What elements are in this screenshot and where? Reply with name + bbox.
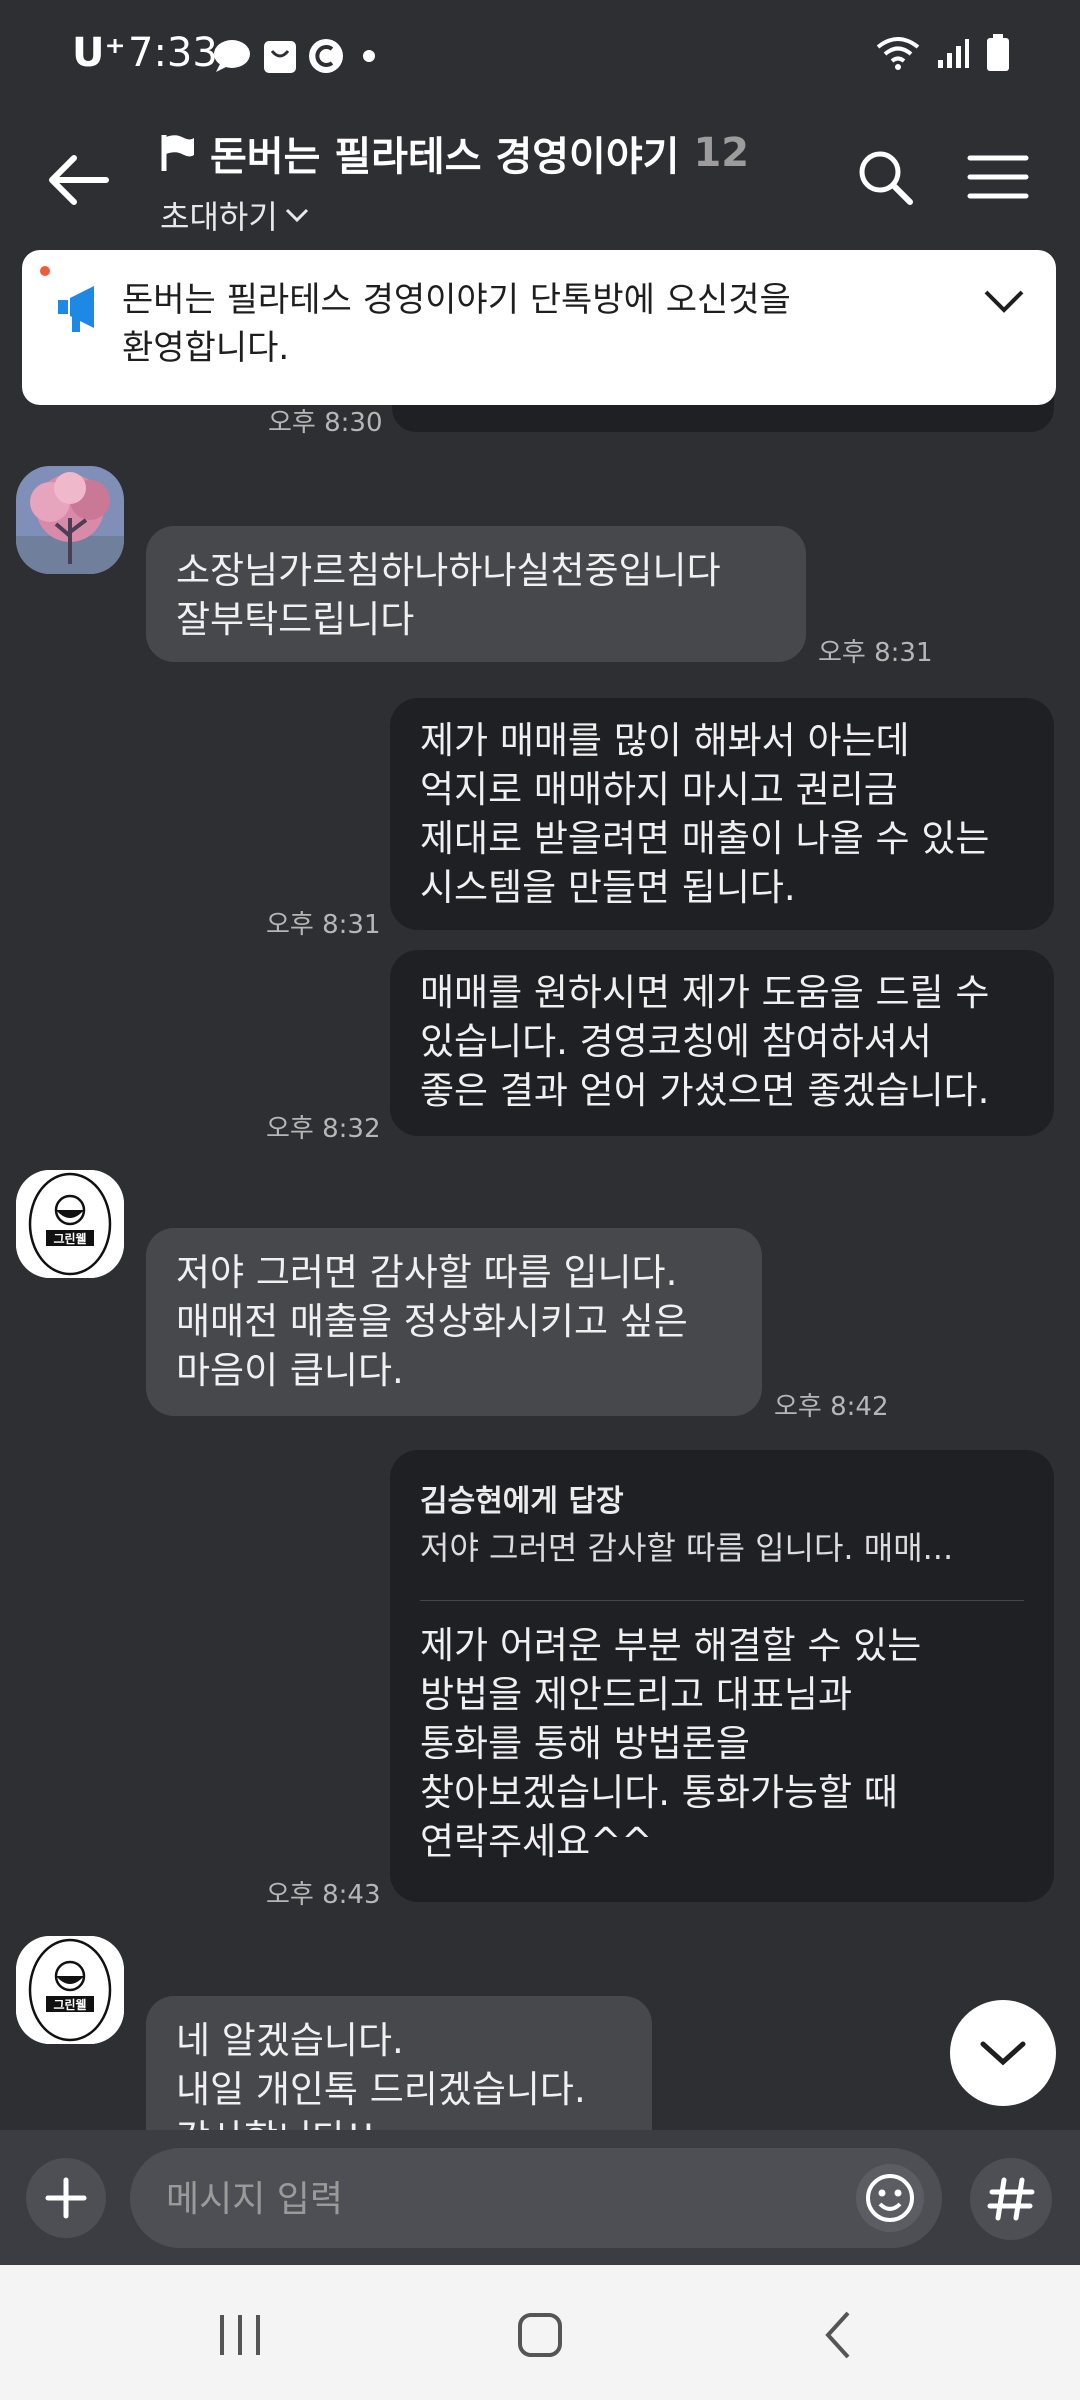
carrier-label: U⁺ (72, 30, 126, 76)
menu-icon (967, 155, 1029, 199)
dot-icon (363, 50, 375, 62)
emoji-button[interactable] (856, 2164, 924, 2232)
greenwell-logo-avatar-image: 그린웰 (16, 1170, 124, 1278)
hashtag-button[interactable] (970, 2158, 1052, 2240)
message-line: 있습니다. 경영코칭에 참여하셔서 (420, 1020, 932, 1063)
search-button[interactable] (850, 142, 920, 212)
message-line: 저야 그러면 감사할 따름 입니다. (176, 1251, 678, 1294)
reply-to-label: 김승현에게 답장 (420, 1484, 624, 1519)
reply-quote[interactable]: 저야 그러면 감사할 따름 입니다. 매매... (420, 1524, 1024, 1572)
message-line: 시스템을 만들면 됩니다. (420, 866, 796, 909)
member-count: 12 (693, 130, 750, 176)
blossom-tree-avatar-image (16, 466, 124, 574)
invite-button[interactable]: 초대하기 (160, 192, 749, 238)
notice-banner[interactable]: 돈버는 필라테스 경영이야기 단톡방에 오신것을 환영합니다. (22, 250, 1056, 405)
message-line: 통화를 통해 방법론을 (420, 1722, 750, 1765)
message-bubble-outgoing[interactable]: 제가 매매를 많이 해봐서 아는데 억지로 매매하지 마시고 권리금 제대로 받… (390, 698, 1054, 930)
message-line: 마음이 큽니다. (176, 1349, 404, 1392)
avatar[interactable]: 그린웰 (16, 1936, 124, 2044)
chevron-down-icon (980, 2041, 1026, 2066)
reply-divider (420, 1600, 1024, 1601)
notice-text: 돈버는 필라테스 경영이야기 단톡방에 오신것을 환영합니다. (122, 276, 922, 372)
battery-icon (987, 34, 1009, 71)
message-line: 매매를 원하시면 제가 도움을 드릴 수 (420, 971, 990, 1014)
message-input-bar (0, 2130, 1080, 2265)
back-icon (825, 2311, 850, 2359)
message-line: 좋은 결과 얻어 가셨으면 좋겠습니다. (420, 1069, 990, 1112)
system-icons (876, 34, 1010, 72)
system-navigation-bar (0, 2265, 1080, 2400)
menu-button[interactable] (966, 142, 1030, 212)
clock: 7:33 (128, 30, 218, 76)
message-input-container (130, 2148, 942, 2248)
message-line: 네 알겠습니다. (176, 2019, 404, 2062)
notice-unread-dot (40, 266, 50, 276)
message-line: 제가 어려운 부분 해결할 수 있는 (420, 1624, 922, 1667)
wifi-icon (876, 37, 920, 70)
attach-button[interactable] (26, 2158, 106, 2238)
home-icon (518, 2313, 562, 2357)
chat-header: 돈버는 필라테스 경영이야기 12 초대하기 (0, 110, 1080, 240)
message-line: 매매전 매출을 정상화시키고 싶은 (176, 1300, 688, 1343)
logo-text: 그린웰 (53, 1231, 86, 1246)
chat-bubble-icon (214, 40, 250, 72)
recent-apps-button[interactable] (200, 2305, 280, 2365)
message-bubble-outgoing[interactable]: 매매를 원하시면 제가 도움을 드릴 수 있습니다. 경영코칭에 참여하셔서 좋… (390, 950, 1054, 1136)
logo-text: 그린웰 (53, 1997, 86, 2012)
message-line: 제가 매매를 많이 해봐서 아는데 (420, 719, 910, 762)
notice-line: 환영합니다. (122, 328, 290, 368)
message-bubble-incoming[interactable]: 저야 그러면 감사할 따름 입니다. 매매전 매출을 정상화시키고 싶은 마음이… (146, 1228, 762, 1416)
shopping-bag-icon (264, 41, 296, 73)
message-line: 찾아보겠습니다. 통화가능할 때 (420, 1771, 898, 1814)
message-time: 오후 8:43 (266, 1880, 381, 1910)
message-input[interactable] (164, 2172, 828, 2226)
back-arrow-icon (49, 155, 109, 205)
message-time: 오후 8:32 (266, 1114, 381, 1144)
reply-message-bubble[interactable]: 김승현에게 답장 저야 그러면 감사할 따름 입니다. 매매... 제가 어려운… (390, 1450, 1054, 1902)
chevron-down-icon (285, 208, 308, 223)
greenwell-logo-avatar-image: 그린웰 (16, 1936, 124, 2044)
avatar[interactable]: 그린웰 (16, 1170, 124, 1278)
status-bar: U⁺ 7:33 (0, 0, 1080, 110)
notification-icons (212, 36, 384, 76)
message-line: 잘부탁드립니다 (176, 598, 415, 641)
back-button[interactable] (40, 140, 120, 220)
message-time: 오후 8:31 (266, 910, 381, 940)
emoji-icon (866, 2174, 914, 2222)
message-time: 오후 8:42 (774, 1392, 889, 1422)
avatar[interactable] (16, 466, 124, 574)
nav-back-button[interactable] (800, 2305, 880, 2365)
chat-title-area[interactable]: 돈버는 필라테스 경영이야기 12 초대하기 (160, 124, 749, 238)
scroll-to-bottom-button[interactable] (950, 2000, 1056, 2106)
c-circle-icon (309, 39, 343, 73)
signal-icon (938, 39, 969, 68)
message-time: 오후 8:30 (268, 408, 383, 438)
message-time: 오후 8:31 (818, 638, 933, 668)
recent-apps-icon (220, 2315, 260, 2355)
chat-title: 돈버는 필라테스 경영이야기 (210, 134, 680, 180)
chevron-down-icon[interactable] (982, 286, 1026, 316)
megaphone-icon (58, 286, 94, 332)
search-icon (859, 151, 913, 205)
invite-label: 초대하기 (160, 198, 278, 236)
message-line: 연락주세요^^ (420, 1820, 653, 1863)
flag-icon (161, 135, 194, 171)
notice-line: 돈버는 필라테스 경영이야기 단톡방에 오신것을 (122, 280, 791, 320)
plus-icon (45, 2177, 87, 2219)
message-line: 소장님가르침하나하나실천중입니다 (176, 549, 721, 592)
message-line: 방법을 제안드리고 대표님과 (420, 1673, 853, 1716)
hash-icon (987, 2177, 1035, 2221)
message-line: 제대로 받을려면 매출이 나올 수 있는 (420, 817, 990, 860)
home-button[interactable] (500, 2305, 580, 2365)
message-line: 내일 개인톡 드리겠습니다. (176, 2068, 586, 2111)
message-bubble-incoming[interactable]: 소장님가르침하나하나실천중입니다 잘부탁드립니다 (146, 526, 806, 662)
message-line: 억지로 매매하지 마시고 권리금 (420, 768, 898, 811)
